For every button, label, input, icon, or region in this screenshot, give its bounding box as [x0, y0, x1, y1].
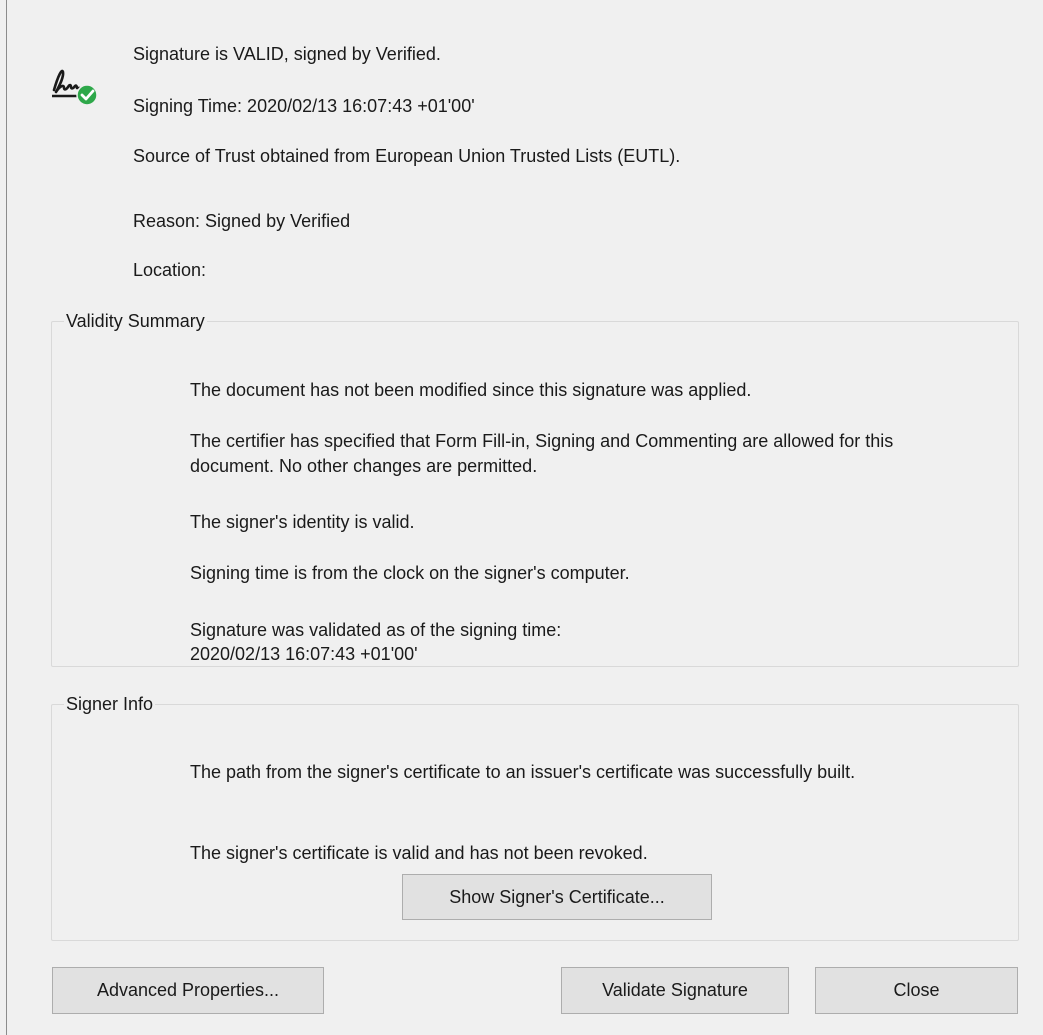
- validity-item-certifier: The certifier has specified that Form Fi…: [190, 431, 894, 476]
- signature-valid-icon: [52, 69, 98, 106]
- close-button[interactable]: Close: [815, 967, 1018, 1014]
- window-left-edge: [6, 0, 7, 1035]
- validity-summary-group: Validity Summary The document has not be…: [51, 311, 1019, 667]
- signature-location: Location:: [133, 260, 207, 280]
- validate-signature-button[interactable]: Validate Signature: [561, 967, 789, 1014]
- advanced-properties-button[interactable]: Advanced Properties...: [52, 967, 324, 1014]
- validity-item-validated-time: 2020/02/13 16:07:43 +01'00': [190, 644, 418, 664]
- validity-item-identity: The signer's identity is valid.: [190, 512, 415, 532]
- show-signer-certificate-button[interactable]: Show Signer's Certificate...: [402, 874, 712, 920]
- validity-summary-title: Validity Summary: [66, 311, 205, 331]
- validity-item-unmodified: The document has not been modified since…: [190, 380, 752, 400]
- validity-item-clock: Signing time is from the clock on the si…: [190, 563, 630, 583]
- signer-item-certificate-valid: The signer's certificate is valid and ha…: [190, 843, 648, 863]
- validity-item-validated: Signature was validated as of the signin…: [190, 620, 562, 640]
- signature-reason: Reason: Signed by Verified: [133, 211, 351, 231]
- signature-status: Signature is VALID, signed by Verified.: [133, 44, 441, 64]
- signer-item-path: The path from the signer's certificate t…: [190, 762, 856, 782]
- signing-time: Signing Time: 2020/02/13 16:07:43 +01'00…: [133, 96, 475, 116]
- trust-source: Source of Trust obtained from European U…: [133, 146, 681, 166]
- signer-info-title: Signer Info: [66, 694, 154, 714]
